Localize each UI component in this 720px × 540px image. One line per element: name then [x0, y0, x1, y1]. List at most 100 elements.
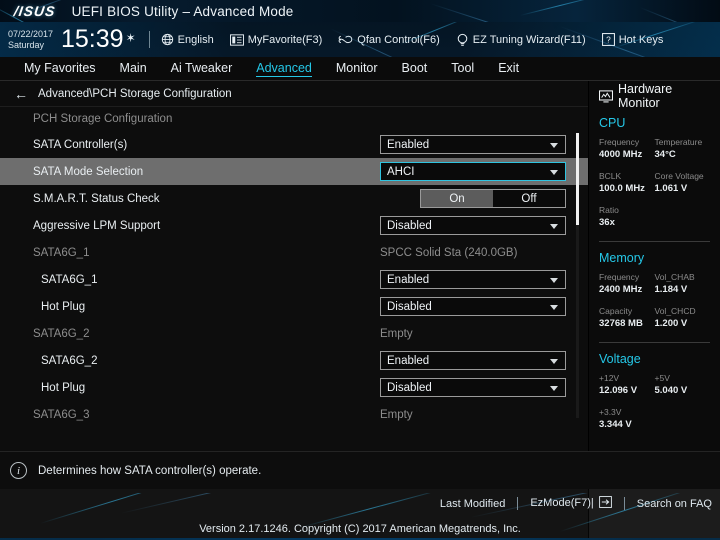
- shortcut-ez-tuning-wizard[interactable]: EZ Tuning Wizard(F11): [456, 33, 586, 47]
- page-title: UEFI BIOS Utility – Advanced Mode: [71, 3, 294, 19]
- row-label: SATA6G_1: [41, 273, 98, 286]
- chevron-down-icon: [550, 169, 558, 175]
- last-modified-button[interactable]: Last Modified: [440, 498, 505, 510]
- hw-key: Vol_CHAB: [654, 272, 695, 282]
- bulb-icon: [456, 33, 469, 47]
- hw-item-5v: +5V 5.040 V: [655, 372, 711, 397]
- shortcut-myfavorite[interactable]: MyFavorite(F3): [229, 33, 323, 46]
- hardware-monitor-title: Hardware Monitor: [599, 82, 710, 110]
- dropdown-value: Enabled: [387, 354, 430, 367]
- date-time: 07/22/2017 Saturday 15:39 ✶: [8, 27, 136, 52]
- tab-main[interactable]: Main: [120, 61, 147, 76]
- scrollbar-thumb[interactable]: [576, 133, 579, 225]
- device-name: Empty: [380, 408, 413, 421]
- toggle-off-option[interactable]: Off: [493, 190, 565, 207]
- hw-group-cpu: CPU: [599, 116, 626, 130]
- dropdown-sata-controllers[interactable]: Enabled: [380, 135, 566, 154]
- copyright-text: Version 2.17.1246. Copyright (C) 2017 Am…: [199, 523, 521, 535]
- hw-value: 2400 MHz: [599, 284, 643, 295]
- info-icon: i: [10, 462, 27, 479]
- row-sata6g-2[interactable]: SATA6G_2 Enabled: [0, 347, 588, 374]
- hw-value: 1.184 V: [654, 284, 688, 295]
- row-label: Hot Plug: [41, 300, 86, 313]
- toggle-smart-status-check[interactable]: On Off: [420, 189, 566, 208]
- hw-key: Frequency: [599, 137, 640, 147]
- hw-key: Temperature: [654, 137, 703, 147]
- hw-group-memory: Memory: [599, 251, 645, 265]
- divider: [148, 31, 150, 48]
- dropdown-sata6g-1[interactable]: Enabled: [380, 270, 566, 289]
- shortcut-language[interactable]: English: [161, 33, 214, 46]
- row-aggressive-lpm-support[interactable]: Aggressive LPM Support Disabled: [0, 212, 588, 239]
- row-sata-mode-selection[interactable]: SATA Mode Selection AHCI: [0, 158, 588, 185]
- settings-pane: ← Advanced\PCH Storage Configuration PCH…: [0, 81, 588, 451]
- shortcut-label: EZ Tuning Wizard(F11): [472, 33, 586, 46]
- toggle-on-option[interactable]: On: [421, 190, 493, 207]
- ezmode-label: EzMode(F7)|: [530, 497, 594, 509]
- row-sata6g-1[interactable]: SATA6G_1 Enabled: [0, 266, 588, 293]
- device-name: Empty: [380, 327, 413, 340]
- shortcut-qfan-control[interactable]: Qfan Control(F6): [338, 33, 440, 46]
- hw-key: Core Voltage: [654, 171, 704, 181]
- clock-value: 15:39: [61, 25, 124, 53]
- tab-advanced[interactable]: Advanced: [256, 61, 312, 77]
- hw-item-vol-chab: Vol_CHAB 1.184 V: [655, 271, 711, 296]
- tab-exit[interactable]: Exit: [498, 61, 519, 76]
- divider: [517, 497, 519, 510]
- row-sata-controllers[interactable]: SATA Controller(s) Enabled: [0, 131, 588, 158]
- scrollbar[interactable]: [576, 133, 579, 418]
- dropdown-sata-mode-selection[interactable]: AHCI: [380, 162, 566, 181]
- dropdown-hot-plug-2[interactable]: Disabled: [380, 378, 566, 397]
- ezmode-button[interactable]: EzMode(F7)|: [530, 496, 612, 511]
- hw-grid-memory: Frequency 2400 MHz Vol_CHAB 1.184 V Capa…: [599, 271, 710, 339]
- shortcut-label: MyFavorite(F3): [247, 33, 323, 46]
- hw-item-core-voltage: Core Voltage 1.061 V: [655, 170, 711, 195]
- tab-monitor[interactable]: Monitor: [336, 61, 378, 76]
- hardware-monitor-panel: Hardware Monitor CPU Frequency 4000 MHz …: [588, 81, 720, 451]
- tab-boot[interactable]: Boot: [402, 61, 428, 76]
- title-bar: /ISUS UEFI BIOS Utility – Advanced Mode: [0, 0, 720, 22]
- tab-ai-tweaker[interactable]: Ai Tweaker: [171, 61, 233, 76]
- row-label: SATA6G_3: [33, 408, 90, 421]
- dropdown-value: Disabled: [387, 300, 432, 313]
- breadcrumb-path: Advanced\PCH Storage Configuration: [38, 87, 232, 100]
- divider: [599, 342, 710, 343]
- hw-item-frequency: Frequency 4000 MHz: [599, 136, 655, 161]
- svg-text:?: ?: [606, 35, 611, 45]
- hw-grid-cpu: Frequency 4000 MHz Temperature 34°C BCLK…: [599, 136, 710, 238]
- dropdown-value: Enabled: [387, 273, 430, 286]
- hw-item-capacity: Capacity 32768 MB: [599, 305, 655, 330]
- list-icon: [229, 33, 244, 46]
- dropdown-value: Disabled: [387, 381, 432, 394]
- hw-value: 1.061 V: [654, 183, 688, 194]
- hw-key: +3.3V: [599, 407, 622, 417]
- back-arrow-icon[interactable]: ←: [14, 87, 28, 101]
- shortcut-label: Hot Keys: [618, 33, 664, 46]
- info-bar: 07/22/2017 Saturday 15:39 ✶ English MyFa…: [0, 22, 720, 57]
- hw-value: 4000 MHz: [599, 149, 643, 160]
- dropdown-sata6g-2[interactable]: Enabled: [380, 351, 566, 370]
- gear-icon[interactable]: ✶: [126, 31, 136, 45]
- shortcut-label: Qfan Control(F6): [357, 33, 440, 46]
- hw-item-vol-chcd: Vol_CHCD 1.200 V: [655, 305, 711, 330]
- help-text: Determines how SATA controller(s) operat…: [38, 464, 262, 477]
- hw-value: 3.344 V: [599, 419, 632, 430]
- dropdown-hot-plug-1[interactable]: Disabled: [380, 297, 566, 316]
- tab-my-favorites[interactable]: My Favorites: [24, 61, 96, 76]
- tab-tool[interactable]: Tool: [451, 61, 474, 76]
- body: ← Advanced\PCH Storage Configuration PCH…: [0, 81, 720, 451]
- help-bar: i Determines how SATA controller(s) oper…: [0, 451, 720, 489]
- row-smart-status-check[interactable]: S.M.A.R.T. Status Check On Off: [0, 185, 588, 212]
- dropdown-aggressive-lpm-support[interactable]: Disabled: [380, 216, 566, 235]
- hardware-monitor-label: Hardware Monitor: [618, 82, 673, 110]
- search-on-faq-button[interactable]: Search on FAQ: [637, 498, 712, 510]
- dropdown-value: Enabled: [387, 138, 430, 151]
- hw-grid-voltage: +12V 12.096 V +5V 5.040 V +3.3V 3.344 V: [599, 372, 710, 440]
- row-hot-plug-2[interactable]: Hot Plug Disabled: [0, 374, 588, 401]
- monitor-icon: [599, 89, 613, 103]
- shortcut-hot-keys[interactable]: ? Hot Keys: [601, 33, 664, 46]
- chevron-down-icon: [550, 223, 558, 229]
- row-sata6g-1-info: SATA6G_1 SPCC Solid Sta (240.0GB): [0, 239, 588, 266]
- row-hot-plug-1[interactable]: Hot Plug Disabled: [0, 293, 588, 320]
- chevron-down-icon: [550, 277, 558, 283]
